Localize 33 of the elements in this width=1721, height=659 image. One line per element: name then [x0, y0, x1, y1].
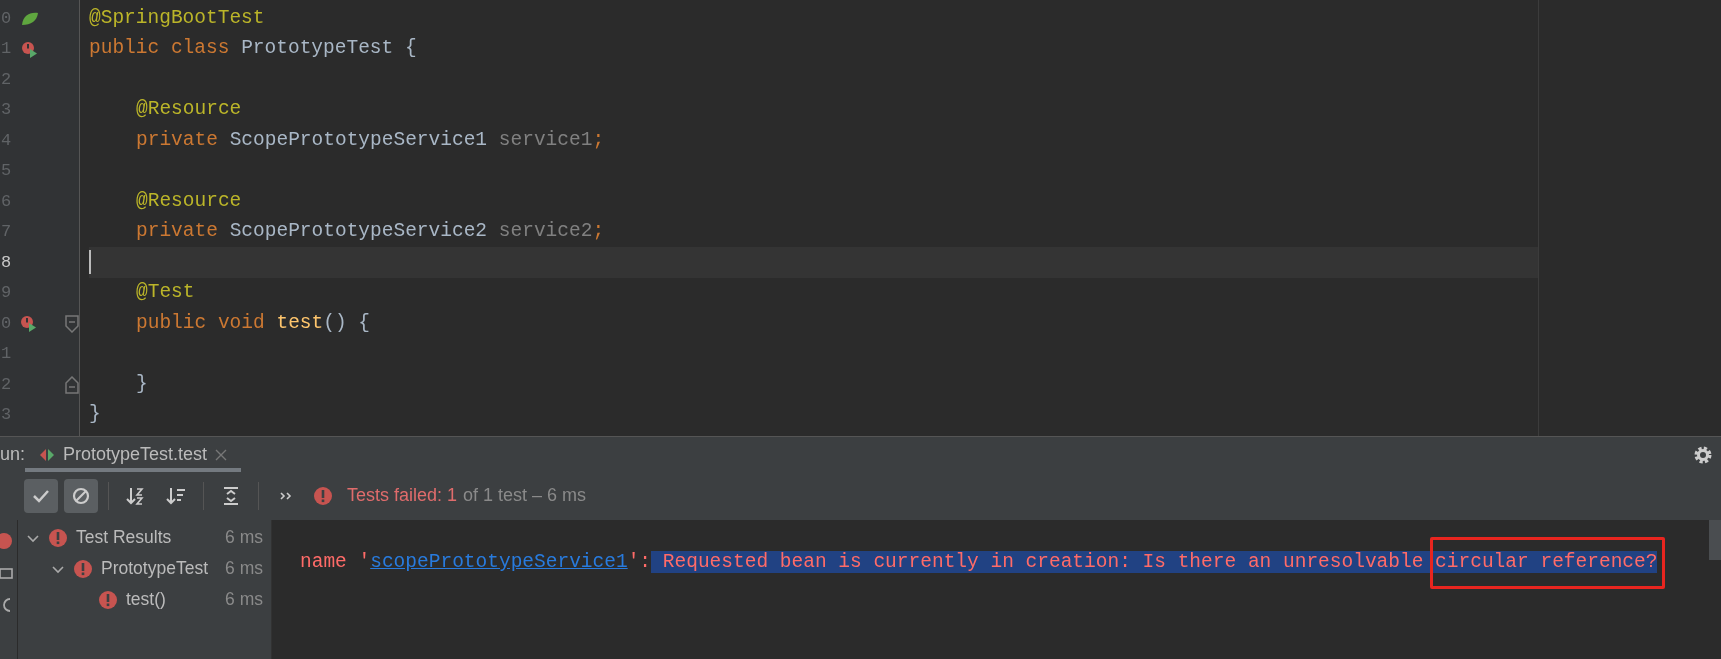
test-duration: 6 ms [225, 588, 263, 612]
code-text: } [135, 371, 148, 397]
panel-label: un: [0, 442, 26, 466]
tree-item[interactable]: test() 6 ms [18, 584, 271, 615]
test-name: PrototypeTest [101, 557, 209, 581]
error-icon [98, 589, 118, 610]
text-cursor [89, 250, 91, 275]
test-summary: of 1 test – 6 ms [463, 484, 587, 507]
tab-title: PrototypeTest.test [63, 442, 208, 466]
tests-failed-status: Tests failed: 1 [347, 484, 458, 507]
code-text: private ScopePrototypeService2 service2; [135, 219, 605, 245]
code-text: private ScopePrototypeService1 service1; [135, 127, 605, 153]
code-text: @Resource [135, 97, 242, 123]
code-text: public void test() { [135, 310, 371, 336]
error-icon [48, 527, 68, 548]
test-name: Test Results [76, 526, 173, 550]
tree-item[interactable]: PrototypeTest 6 ms [18, 553, 271, 584]
ignored-button[interactable] [64, 478, 98, 513]
code-text: public class PrototypeTest { [89, 36, 417, 62]
code-text: @Test [135, 280, 195, 306]
code-text: } [89, 402, 101, 428]
line-number: 8 [1, 251, 13, 274]
run-tab[interactable]: PrototypeTest.test [25, 436, 242, 472]
error-icon [73, 558, 93, 579]
code-text: @SpringBootTest [89, 5, 265, 31]
test-name: test() [126, 588, 167, 612]
link[interactable]: scopePrototypeService1 [370, 551, 628, 573]
code-text: @Resource [135, 188, 242, 214]
scrollbar-thumb[interactable] [1709, 520, 1721, 560]
test-duration: 6 ms [225, 557, 263, 581]
tree-item[interactable]: Test Results 6 ms [18, 522, 271, 553]
check-button[interactable] [24, 478, 58, 513]
test-duration: 6 ms [225, 526, 263, 550]
